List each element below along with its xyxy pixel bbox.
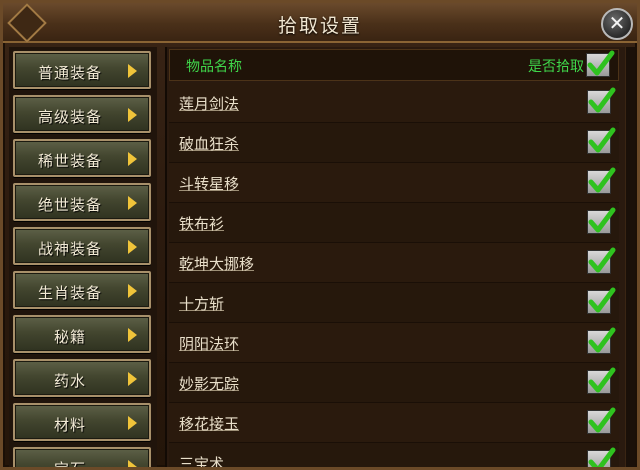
- arrow-right-icon: [128, 372, 137, 386]
- item-name-link[interactable]: 铁布衫: [179, 213, 224, 234]
- checkmark-icon: [588, 247, 616, 273]
- category-button[interactable]: 宝石: [13, 447, 151, 470]
- item-row: 乾坤大挪移: [169, 243, 619, 283]
- category-button[interactable]: 秘籍: [13, 315, 151, 353]
- column-header-item-name: 物品名称: [186, 59, 242, 75]
- pickup-checkbox[interactable]: [587, 87, 616, 114]
- pickup-checkbox[interactable]: [587, 207, 616, 234]
- item-row: 三宝术: [169, 443, 619, 467]
- window-title: 拾取设置: [277, 15, 362, 37]
- category-label: 普通装备: [37, 64, 102, 82]
- category-label: 战神装备: [37, 240, 102, 258]
- category-button[interactable]: 高级装备: [13, 95, 151, 133]
- arrow-right-icon: [128, 152, 137, 166]
- pickup-checkbox[interactable]: [587, 367, 616, 394]
- item-row: 阴阳法环: [169, 323, 619, 363]
- category-label: 材料: [53, 416, 86, 434]
- checkmark-icon: [588, 447, 616, 467]
- checkmark-icon: [588, 287, 616, 313]
- checkmark-icon: [588, 367, 616, 393]
- arrow-right-icon: [128, 460, 137, 467]
- category-label: 高级装备: [37, 108, 102, 126]
- pickup-checkbox[interactable]: [587, 447, 616, 467]
- item-name-link[interactable]: 破血狂杀: [179, 133, 239, 154]
- checkmark-icon: [588, 327, 616, 353]
- item-row: 妙影无踪: [169, 363, 619, 403]
- category-button[interactable]: 绝世装备: [13, 183, 151, 221]
- checkmark-icon: [588, 207, 616, 233]
- item-name-link[interactable]: 妙影无踪: [179, 373, 239, 394]
- arrow-right-icon: [128, 328, 137, 342]
- arrow-right-icon: [128, 196, 137, 210]
- arrow-right-icon: [128, 64, 137, 78]
- column-header-pickup: 是否拾取: [528, 59, 584, 75]
- item-row: 破血狂杀: [169, 123, 619, 163]
- pickup-checkbox[interactable]: [587, 247, 616, 274]
- arrow-right-icon: [128, 108, 137, 122]
- checkmark-icon: [588, 127, 616, 153]
- pickup-checkbox[interactable]: [587, 407, 616, 434]
- arrow-right-icon: [128, 240, 137, 254]
- item-name-link[interactable]: 十方斩: [179, 293, 224, 314]
- category-label: 秘籍: [53, 328, 86, 346]
- pickup-settings-window: 拾取设置 ✕ 物品名称 是否拾取 普通装备高级装备稀世装备绝世装备战神装备生肖装…: [0, 0, 640, 470]
- title-bar: 拾取设置 ✕: [3, 3, 637, 43]
- category-button[interactable]: 生肖装备: [13, 271, 151, 309]
- category-label: 绝世装备: [37, 196, 102, 214]
- item-name-link[interactable]: 移花接玉: [179, 413, 239, 434]
- category-button[interactable]: 材料: [13, 403, 151, 441]
- category-button[interactable]: 药水: [13, 359, 151, 397]
- checkmark-icon: [588, 167, 616, 193]
- category-label: 稀世装备: [37, 152, 102, 170]
- category-button[interactable]: 稀世装备: [13, 139, 151, 177]
- item-name-link[interactable]: 乾坤大挪移: [179, 253, 254, 274]
- item-name-link[interactable]: 斗转星移: [179, 173, 239, 194]
- pickup-checkbox[interactable]: [587, 167, 616, 194]
- scrollbar[interactable]: [625, 47, 635, 467]
- arrow-right-icon: [128, 416, 137, 430]
- pickup-checkbox[interactable]: [587, 127, 616, 154]
- item-row: 莲月剑法: [169, 83, 619, 123]
- item-row: 移花接玉: [169, 403, 619, 443]
- category-button[interactable]: 战神装备: [13, 227, 151, 265]
- item-name-link[interactable]: 莲月剑法: [179, 93, 239, 114]
- checkmark-icon: [588, 407, 616, 433]
- list-header: 物品名称 是否拾取: [169, 49, 619, 81]
- arrow-right-icon: [128, 284, 137, 298]
- category-label: 药水: [53, 372, 86, 390]
- pickup-checkbox[interactable]: [587, 327, 616, 354]
- checkmark-icon: [587, 50, 615, 76]
- category-label: 生肖装备: [37, 284, 102, 302]
- category-label: 宝石: [53, 460, 86, 470]
- close-icon: ✕: [608, 11, 626, 35]
- item-name-link[interactable]: 阴阳法环: [179, 333, 239, 354]
- item-name-link[interactable]: 三宝术: [179, 453, 224, 467]
- close-button[interactable]: ✕: [601, 8, 633, 40]
- item-row: 铁布衫: [169, 203, 619, 243]
- select-all-checkbox[interactable]: [586, 50, 615, 77]
- item-row: 十方斩: [169, 283, 619, 323]
- item-row: 斗转星移: [169, 163, 619, 203]
- category-button[interactable]: 普通装备: [13, 51, 151, 89]
- pickup-checkbox[interactable]: [587, 287, 616, 314]
- checkmark-icon: [588, 87, 616, 113]
